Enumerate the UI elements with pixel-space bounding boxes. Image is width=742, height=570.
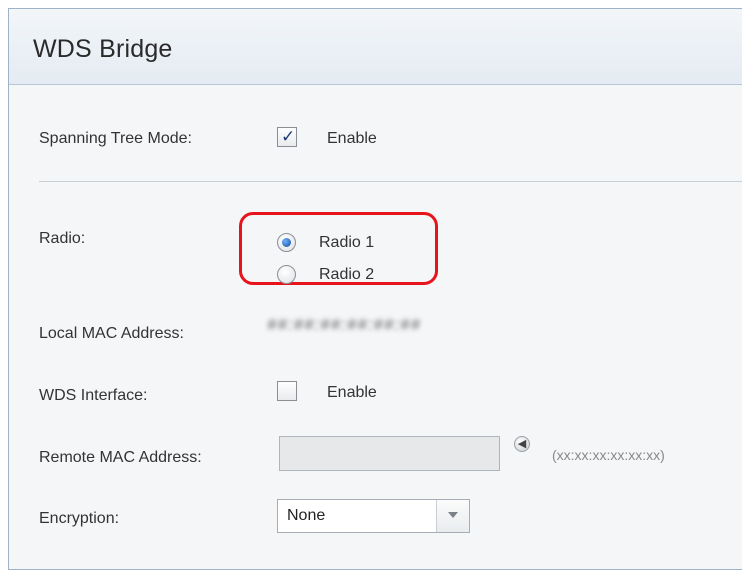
mac-format-hint: (xx:xx:xx:xx:xx:xx) — [552, 447, 665, 463]
dropdown-button[interactable] — [436, 500, 469, 532]
spanning-tree-enable-label: Enable — [327, 130, 377, 147]
title-bar: WDS Bridge — [9, 9, 742, 85]
radio-2-option[interactable] — [277, 265, 296, 284]
remote-mac-input[interactable] — [279, 436, 500, 471]
section-divider — [39, 181, 742, 182]
local-mac-value: ##:##:##:##:##:## — [267, 315, 422, 334]
page-title: WDS Bridge — [33, 35, 173, 63]
arrow-left-icon[interactable]: ◀ — [514, 436, 530, 452]
encryption-label: Encryption: — [39, 510, 120, 527]
encryption-selected-value: None — [287, 507, 326, 524]
wds-interface-checkbox[interactable] — [277, 381, 297, 401]
wds-interface-enable-label: Enable — [327, 384, 377, 401]
local-mac-label: Local MAC Address: — [39, 325, 184, 342]
wds-interface-label: WDS Interface: — [39, 387, 148, 404]
settings-form: Spanning Tree Mode: ✓ Enable Radio: Radi… — [9, 85, 742, 569]
radio-label: Radio: — [39, 230, 86, 247]
encryption-select[interactable]: None — [277, 499, 470, 533]
spanning-tree-checkbox[interactable]: ✓ — [277, 127, 297, 147]
radio-2-label: Radio 2 — [319, 266, 375, 283]
wds-bridge-panel: WDS Bridge Spanning Tree Mode: ✓ Enable … — [8, 8, 742, 570]
radio-1-label: Radio 1 — [319, 234, 375, 251]
chevron-down-icon — [448, 512, 458, 518]
remote-mac-label: Remote MAC Address: — [39, 449, 202, 466]
spanning-tree-label: Spanning Tree Mode: — [39, 130, 192, 147]
radio-selected-dot — [282, 238, 291, 247]
checkmark-icon: ✓ — [281, 127, 296, 146]
radio-1-option[interactable] — [277, 233, 296, 252]
